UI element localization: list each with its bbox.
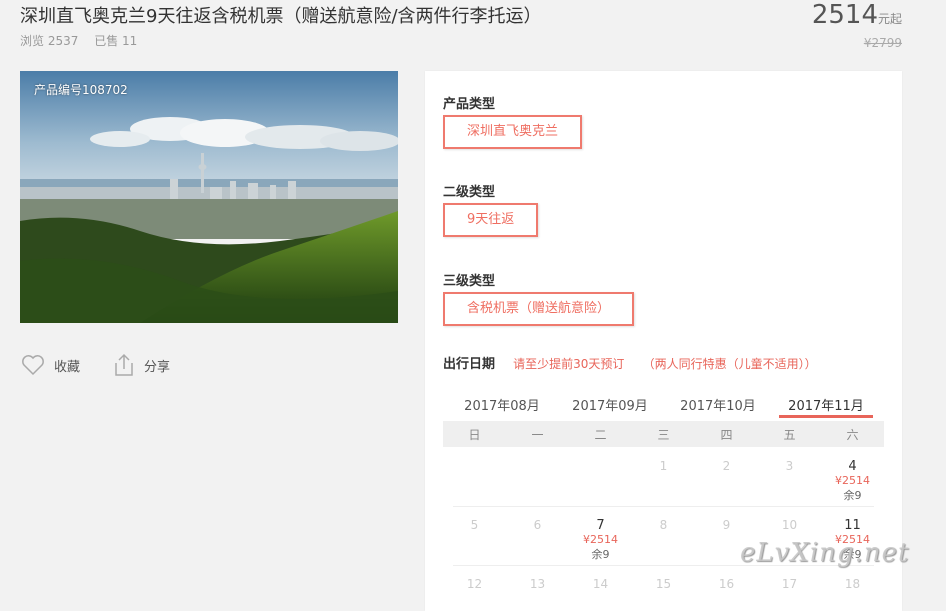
day-number: 2 — [722, 459, 731, 473]
site-watermark: eLvXing.net — [740, 538, 910, 568]
price-block: 2514元起 ¥2799 — [811, 0, 902, 50]
weekday-header: 日一二三四五六 — [443, 421, 884, 447]
calendar-day: 10 — [758, 518, 821, 532]
weekday-label: 五 — [783, 428, 796, 442]
day-number: 1 — [659, 459, 668, 473]
calendar-day: 16 — [695, 577, 758, 591]
calendar-day: 1 — [632, 459, 695, 473]
product-code: 产品编号108702 — [34, 83, 128, 97]
share-icon — [115, 353, 133, 376]
calendar-day: 8 — [632, 518, 695, 532]
heart-icon — [22, 355, 44, 376]
day-stock: 余9 — [591, 548, 610, 561]
day-number: 8 — [659, 518, 668, 532]
product-type-option[interactable]: 深圳直飞奥克兰 — [443, 115, 583, 149]
share-button[interactable]: 分享 — [112, 352, 170, 378]
calendar-day: 3 — [758, 459, 821, 473]
day-number: 5 — [470, 518, 479, 532]
product-title: 深圳直飞奥克兰9天往返含税机票（赠送航意险/含两件行李托运） — [20, 6, 542, 27]
day-number: 17 — [781, 577, 798, 591]
level2-type-option[interactable]: 9天往返 — [443, 203, 539, 237]
advance-booking-note: 请至少提前30天预订 — [513, 357, 625, 371]
share-label: 分享 — [144, 359, 171, 375]
day-number: 7 — [596, 518, 605, 533]
calendar-day: 2 — [695, 459, 758, 473]
calendar-day-available[interactable]: 7 ¥2514 余9 — [569, 518, 632, 562]
month-tab[interactable]: 2017年08月 — [457, 395, 547, 414]
weekday-label: 三 — [657, 428, 670, 442]
calendar-day-available[interactable]: 4 ¥2514 余9 — [821, 459, 884, 503]
day-number: 13 — [529, 577, 546, 591]
month-tab[interactable]: 2017年10月 — [673, 395, 763, 414]
price-value: 2514 — [811, 0, 878, 30]
travel-date-label: 出行日期 — [443, 357, 496, 372]
weekday-label: 二 — [594, 428, 607, 442]
calendar-day: 6 — [506, 518, 569, 532]
calendar-day: 15 — [632, 577, 695, 591]
day-number: 14 — [592, 577, 609, 591]
day-number: 15 — [655, 577, 672, 591]
month-tabs: 2017年08月 2017年09月 2017年10月 2017年11月 — [443, 395, 884, 418]
day-number: 16 — [718, 577, 735, 591]
calendar-day: 17 — [758, 577, 821, 591]
weekday-label: 一 — [531, 428, 544, 442]
month-tab[interactable]: 2017年11月 — [781, 395, 871, 414]
calendar-day: 9 — [695, 518, 758, 532]
weekday-label: 日 — [468, 428, 481, 442]
favorite-button[interactable]: 收藏 — [20, 352, 80, 378]
day-number: 9 — [722, 518, 731, 532]
travel-date-row: 出行日期 请至少提前30天预订 （两人同行特惠（儿童不适用）） — [443, 353, 831, 372]
day-number: 12 — [466, 577, 483, 591]
favorite-label: 收藏 — [54, 359, 81, 375]
day-number: 6 — [533, 518, 542, 532]
booking-panel: 产品类型 深圳直飞奥克兰 二级类型 9天往返 三级类型 含税机票（赠送航意险） … — [425, 71, 902, 611]
calendar-day: 18 — [821, 577, 884, 591]
calendar-day: 13 — [506, 577, 569, 591]
day-number: 18 — [844, 577, 861, 591]
day-price: ¥2514 — [835, 474, 870, 487]
weekday-label: 四 — [720, 428, 733, 442]
calendar-day: 12 — [443, 577, 506, 591]
level2-type-label: 二级类型 — [443, 185, 496, 200]
day-number: 3 — [785, 459, 794, 473]
level3-type-option[interactable]: 含税机票（赠送航意险） — [443, 292, 635, 326]
row-divider — [453, 506, 874, 507]
active-month-underline — [779, 415, 873, 418]
day-number: 4 — [848, 459, 857, 474]
view-count: 浏览 2537 — [20, 34, 79, 48]
day-number: 10 — [781, 518, 798, 532]
auckland-landscape-image — [20, 71, 398, 323]
month-tab[interactable]: 2017年09月 — [565, 395, 655, 414]
calendar-day: 5 — [443, 518, 506, 532]
product-stats: 浏览 2537 已售 11 — [20, 32, 149, 49]
day-price: ¥2514 — [583, 533, 618, 546]
weekday-label: 六 — [846, 428, 859, 442]
product-photo: 产品编号108702 — [20, 71, 398, 323]
level3-type-label: 三级类型 — [443, 274, 496, 289]
promo-note: （两人同行特惠（儿童不适用）） — [642, 357, 817, 371]
price-unit: 元起 — [877, 12, 902, 26]
day-number: 11 — [844, 518, 861, 533]
sold-count: 已售 11 — [94, 34, 138, 48]
calendar-day: 14 — [569, 577, 632, 591]
product-type-label: 产品类型 — [443, 97, 496, 112]
original-price: ¥2799 — [863, 36, 902, 50]
day-stock: 余9 — [843, 489, 862, 502]
